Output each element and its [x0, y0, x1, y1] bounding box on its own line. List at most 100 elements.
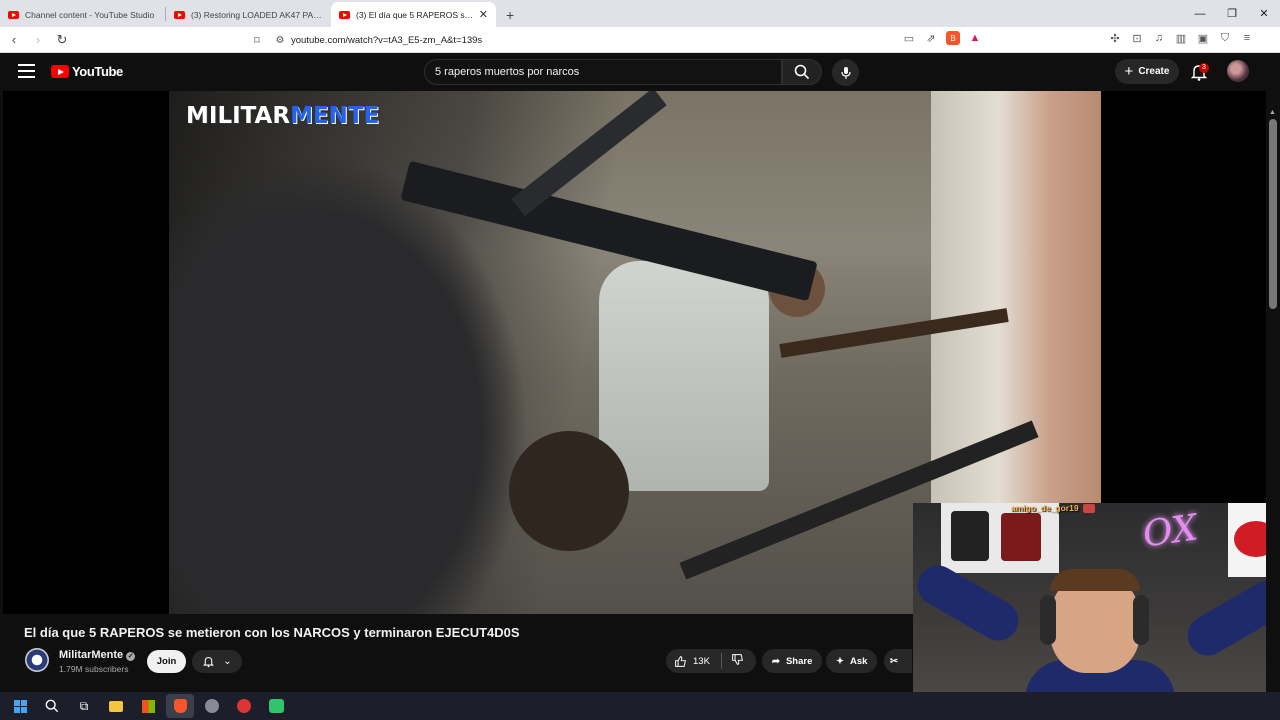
close-icon[interactable]: ✕	[1248, 0, 1280, 27]
search-button[interactable]	[782, 59, 822, 85]
chevron-down-icon: ⌄	[223, 656, 232, 667]
search-icon	[794, 64, 810, 80]
brave-browser-taskbar-icon[interactable]	[166, 694, 194, 718]
bell-icon	[203, 657, 215, 668]
scrollbar-thumb[interactable]	[1269, 119, 1277, 309]
media-icon[interactable]: ♫	[1152, 31, 1166, 45]
share-button[interactable]: ➦ Share	[762, 649, 823, 673]
extensions-icon[interactable]: ✣	[1108, 31, 1122, 45]
windows-start-icon[interactable]	[6, 694, 34, 718]
sidebar-icon[interactable]: ▥	[1174, 31, 1188, 45]
youtube-play-icon	[51, 65, 69, 78]
window-controls: — ❐ ✕	[1184, 0, 1280, 27]
scroll-up-icon[interactable]: ▲	[1269, 109, 1277, 117]
subscription-bell-button[interactable]: ⌄	[192, 650, 242, 673]
tab-title: Channel content - YouTube Studio	[25, 9, 155, 20]
webcam-shelf	[941, 503, 1059, 573]
site-info-icon[interactable]: ⚙	[269, 35, 291, 46]
bookmark-icon[interactable]: ⌑	[245, 34, 269, 47]
microsoft-store-icon[interactable]	[134, 694, 162, 718]
create-label: Create	[1138, 66, 1170, 77]
watermark-text-2: MENTE	[290, 103, 380, 129]
youtube-logo[interactable]: YouTube	[51, 64, 123, 79]
webcam-username: amigo_de_gor19	[1011, 503, 1079, 513]
brave-shields-icon[interactable]: B	[946, 31, 960, 45]
task-view-icon[interactable]: ⧉	[70, 694, 98, 718]
video-scene-shooter	[599, 261, 769, 491]
address-bar-actions: ▭ ⇗ B ▲	[902, 31, 982, 45]
share-page-icon[interactable]: ⇗	[924, 31, 938, 45]
create-button[interactable]: + Create	[1115, 59, 1179, 84]
join-button[interactable]: Join	[147, 650, 186, 673]
voice-search-button[interactable]	[832, 59, 859, 86]
search-input[interactable]: 5 raperos muertos por narcos	[424, 59, 782, 85]
youtube-favicon-icon	[8, 10, 19, 19]
windows-taskbar: ⧉	[0, 692, 1280, 720]
like-dislike-group: 13K	[666, 649, 756, 673]
app-icon-3[interactable]	[262, 694, 290, 718]
notification-count-badge: 3	[1199, 63, 1209, 73]
plus-icon: +	[1124, 63, 1134, 80]
video-scene-soldier	[169, 151, 529, 614]
channel-avatar[interactable]	[25, 648, 49, 672]
hamburger-menu-icon[interactable]	[18, 64, 35, 78]
channel-watermark: MILITARMENTE	[186, 103, 379, 129]
subscriber-count: 1.79M subscribers	[59, 664, 129, 674]
wallet-icon[interactable]: ▣	[1196, 31, 1210, 45]
youtube-favicon-icon	[339, 10, 350, 19]
reload-icon[interactable]: ↻	[52, 30, 72, 50]
cast-icon[interactable]: ▭	[902, 31, 916, 45]
scissors-icon: ✂	[890, 655, 898, 667]
video-scene-rifle-barrel	[511, 91, 667, 217]
thumbs-up-icon	[675, 655, 686, 667]
youtube-wordmark: YouTube	[72, 64, 123, 79]
account-avatar[interactable]	[1227, 60, 1249, 82]
app-icon-1[interactable]	[198, 694, 226, 718]
taskbar-search-icon[interactable]	[38, 694, 66, 718]
new-tab-button[interactable]: +	[496, 2, 524, 27]
share-arrow-icon: ➦	[772, 655, 780, 667]
app-icon-2[interactable]	[230, 694, 258, 718]
menu-icon[interactable]: ≡	[1240, 31, 1254, 45]
youtube-header: YouTube 5 raperos muertos por narcos + C…	[0, 53, 1280, 91]
dislike-button[interactable]	[722, 653, 744, 669]
watermark-text-1: MILITAR	[186, 103, 291, 129]
tab-title: (3) El día que 5 RAPEROS se met...	[356, 9, 475, 20]
vpn-icon[interactable]: ⛉	[1218, 31, 1232, 45]
clip-button[interactable]: ✂	[884, 649, 912, 673]
back-icon[interactable]: ‹	[4, 30, 24, 50]
video-title: El día que 5 RAPEROS se metieron con los…	[24, 625, 520, 640]
minimize-icon[interactable]: —	[1184, 0, 1216, 27]
channel-name-text[interactable]: MilitarMente	[59, 649, 123, 661]
share-label: Share	[785, 655, 813, 667]
youtube-favicon-icon	[174, 10, 185, 19]
ask-label: Ask	[849, 655, 868, 667]
brave-rewards-icon[interactable]: ▲	[968, 31, 982, 45]
browser-tab-3-active[interactable]: (3) El día que 5 RAPEROS se met... ✕	[331, 2, 496, 27]
extensions-toolbar: ✣ ⊡ ♫ ▥ ▣ ⛉ ≡	[1108, 31, 1254, 45]
streamer-badge-icon	[1082, 503, 1095, 513]
file-explorer-icon[interactable]	[102, 694, 130, 718]
address-bar[interactable]: ⌑ ⚙ youtube.com/watch?v=tA3_E5-zm_A&t=13…	[245, 29, 995, 51]
screenshot-icon[interactable]: ⊡	[1130, 31, 1144, 45]
url-text[interactable]: youtube.com/watch?v=tA3_E5-zm_A&t=139s	[291, 35, 482, 46]
microphone-icon	[840, 66, 851, 79]
browser-tab-1[interactable]: Channel content - YouTube Studio	[0, 2, 165, 27]
browser-tab-2[interactable]: (3) Restoring LOADED AK47 PAP!!! E...	[166, 2, 331, 27]
sparkle-icon: ✦	[836, 655, 844, 667]
restore-icon[interactable]: ❐	[1216, 0, 1248, 27]
webcam-username-label: amigo_de_gor19	[1011, 503, 1095, 513]
channel-name[interactable]: MilitarMente ✓	[59, 649, 136, 661]
browser-toolbar: ‹ › ↻ ⌑ ⚙ youtube.com/watch?v=tA3_E5-zm_…	[0, 27, 1280, 53]
streamer	[1005, 565, 1205, 692]
forward-icon[interactable]: ›	[28, 30, 48, 50]
like-button[interactable]: 13K	[666, 653, 722, 669]
verified-check-icon: ✓	[126, 652, 136, 661]
ask-button[interactable]: ✦ Ask	[826, 649, 878, 673]
like-count: 13K	[693, 655, 710, 667]
tab-close-icon[interactable]: ✕	[479, 8, 488, 21]
tab-title: (3) Restoring LOADED AK47 PAP!!! E...	[191, 9, 323, 20]
page-scrollbar[interactable]: ▲	[1266, 53, 1280, 692]
thumbs-down-icon	[732, 654, 743, 665]
neon-sign-decoration: OX	[1140, 507, 1201, 556]
